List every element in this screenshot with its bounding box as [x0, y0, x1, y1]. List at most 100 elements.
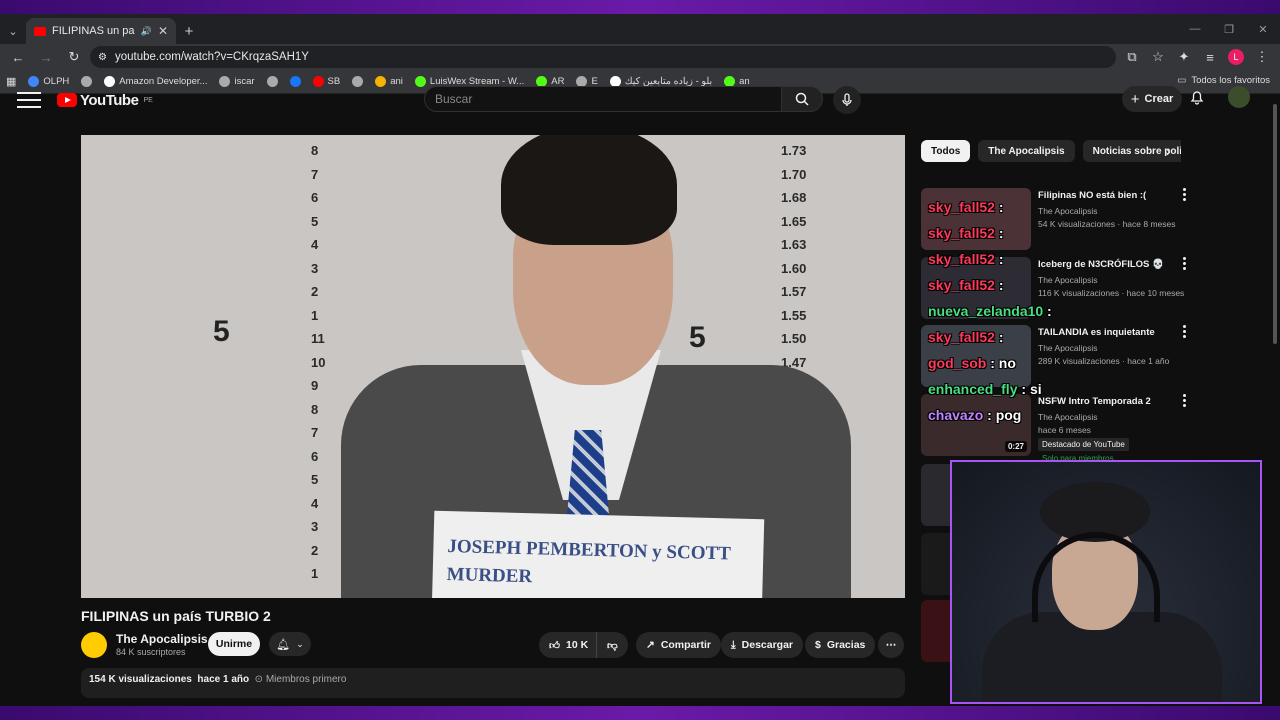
more-options-icon[interactable]: [1179, 325, 1189, 338]
members-first-icon: ⊙: [254, 674, 264, 685]
scale-number: 9: [311, 378, 319, 393]
chat-message: sky_fall52 :: [928, 329, 1004, 345]
search-input[interactable]: Buscar: [424, 86, 782, 112]
more-options-icon[interactable]: [1179, 394, 1189, 407]
site-info-icon[interactable]: ⚙: [98, 52, 107, 63]
maximize-button[interactable]: ❐: [1212, 14, 1246, 44]
more-options-icon[interactable]: [1179, 188, 1189, 201]
minimize-button[interactable]: —: [1178, 14, 1212, 44]
chat-message: sky_fall52 :: [928, 199, 1004, 215]
more-icon: ⋯: [885, 639, 897, 651]
media-control-icon[interactable]: ≡: [1198, 45, 1222, 69]
voice-search-button[interactable]: [833, 86, 861, 114]
like-button[interactable]: 👍︎ 10 K: [539, 632, 601, 658]
address-row: ← → ↻ ⚙ youtube.com/watch?v=CKrqzaSAH1Y …: [0, 44, 1280, 70]
chip-next-arrow-icon[interactable]: ›: [1166, 140, 1182, 162]
microphone-icon: [842, 93, 852, 106]
scale-number: 7: [311, 166, 319, 182]
active-tab[interactable]: FILIPINAS un país TURBIO 2 🔊 ✕: [26, 18, 176, 44]
recommended-channel: The Apocalipsis: [1038, 412, 1098, 422]
youtube-play-icon: [57, 93, 77, 107]
chat-username: nueva_zelanda10: [928, 303, 1044, 319]
install-app-icon[interactable]: ⧉: [1120, 45, 1144, 69]
chat-text: no: [998, 355, 1016, 371]
chat-message: chavazo : pog: [928, 407, 1021, 423]
share-label: Compartir: [660, 639, 711, 651]
video-thumbnail[interactable]: 0:27: [921, 394, 1031, 456]
description-box[interactable]: 154 K visualizaciones hace 1 año ⊙ Miemb…: [81, 668, 905, 698]
scale-number: 2: [311, 542, 319, 558]
scrollbar-thumb[interactable]: [1273, 104, 1277, 344]
url-text: youtube.com/watch?v=CKrqzaSAH1Y: [114, 51, 309, 63]
recommended-channel: The Apocalipsis: [1038, 206, 1098, 216]
scale-number: 4: [311, 237, 319, 252]
channel-avatar[interactable]: [81, 632, 107, 658]
scale-number: 10: [311, 354, 326, 370]
youtube-header: YouTube PE Buscar + Crear: [0, 80, 1270, 120]
thanks-button[interactable]: $ Gracias: [805, 632, 876, 658]
recommended-video[interactable]: Filipinas NO está bien :( The Apocalipsi…: [921, 188, 1251, 254]
view-count: 154 K visualizaciones: [89, 674, 192, 685]
account-avatar[interactable]: [1228, 86, 1250, 108]
more-options-icon[interactable]: [1179, 257, 1189, 270]
scale-number: 3: [311, 260, 319, 276]
reload-button[interactable]: ↻: [62, 45, 86, 69]
forward-button[interactable]: →: [34, 45, 58, 69]
tab-search-button[interactable]: ⌄: [0, 18, 26, 44]
chat-text: si: [1029, 381, 1042, 397]
scale-number: 7: [311, 425, 319, 440]
join-button[interactable]: Unirme: [208, 632, 260, 656]
notifications-button[interactable]: [1190, 89, 1204, 110]
chat-separator: :: [1043, 303, 1052, 319]
chat-username: sky_fall52: [928, 225, 995, 241]
chat-separator: :: [994, 199, 1004, 215]
share-button[interactable]: ↗ Compartir: [636, 632, 721, 658]
scale-number: 1.73: [781, 143, 807, 158]
recommended-meta: 116 K visualizaciones · hace 10 meses: [1038, 288, 1185, 298]
plus-icon: +: [1130, 90, 1140, 108]
chat-separator: :: [1017, 381, 1030, 397]
chat-separator: :: [994, 329, 1004, 345]
download-button[interactable]: ⤓ Descargar: [721, 632, 804, 658]
scale-number: 8: [311, 401, 319, 417]
page-scrollbar[interactable]: [1272, 96, 1278, 696]
chip-all[interactable]: Todos: [921, 140, 971, 162]
scale-marker-left: 5: [213, 315, 230, 348]
address-bar[interactable]: ⚙ youtube.com/watch?v=CKrqzaSAH1Y: [90, 46, 1116, 68]
channel-row: The Apocalipsis 84 K suscriptores Unirme…: [81, 632, 905, 672]
scale-number: 8: [311, 143, 319, 158]
chat-message: sky_fall52 :: [928, 277, 1004, 293]
channel-name[interactable]: The Apocalipsis: [116, 632, 208, 646]
back-button[interactable]: ←: [6, 45, 30, 69]
search-button[interactable]: [781, 86, 823, 112]
close-window-button[interactable]: ✕: [1246, 14, 1280, 44]
scale-number: 6: [311, 448, 319, 464]
chat-username: sky_fall52: [928, 277, 995, 293]
featured-badge: Destacado de YouTube: [1038, 438, 1129, 451]
dislike-button[interactable]: 👎︎: [596, 632, 628, 658]
profile-button[interactable]: L: [1224, 45, 1248, 69]
more-actions-button[interactable]: ⋯: [878, 632, 904, 658]
guide-menu-icon[interactable]: [17, 92, 41, 108]
extensions-icon[interactable]: ✦: [1172, 45, 1196, 69]
scale-number: 2: [311, 284, 319, 299]
tab-title: FILIPINAS un país TURBIO 2: [52, 25, 135, 37]
subscription-bell-button[interactable]: 🔔︎ ⌄: [269, 632, 311, 656]
tab-close-button[interactable]: ✕: [158, 24, 168, 38]
youtube-logo[interactable]: YouTube PE: [57, 92, 153, 109]
chat-username: chavazo: [928, 407, 984, 423]
bookmark-star-icon[interactable]: ☆: [1146, 45, 1170, 69]
scale-marker-right: 5: [689, 321, 706, 354]
create-button[interactable]: + Crear: [1122, 86, 1182, 112]
chat-message: sky_fall52 :: [928, 251, 1004, 267]
scale-number: 1.55: [781, 307, 807, 323]
new-tab-button[interactable]: +: [176, 18, 202, 44]
logo-wordmark: YouTube: [80, 91, 139, 109]
scale-number: 1.50: [781, 331, 807, 346]
recommended-video[interactable]: 0:27 NSFW Intro Temporada 2 The Apocalip…: [921, 394, 1251, 463]
logo-region: PE: [143, 96, 153, 104]
chip-channel[interactable]: The Apocalipsis: [978, 140, 1075, 162]
browser-menu-icon[interactable]: ⋮: [1250, 45, 1274, 69]
video-player[interactable]: 876543211110987654321 1.7370686563605755…: [81, 135, 905, 598]
recommended-channel: The Apocalipsis: [1038, 343, 1098, 353]
